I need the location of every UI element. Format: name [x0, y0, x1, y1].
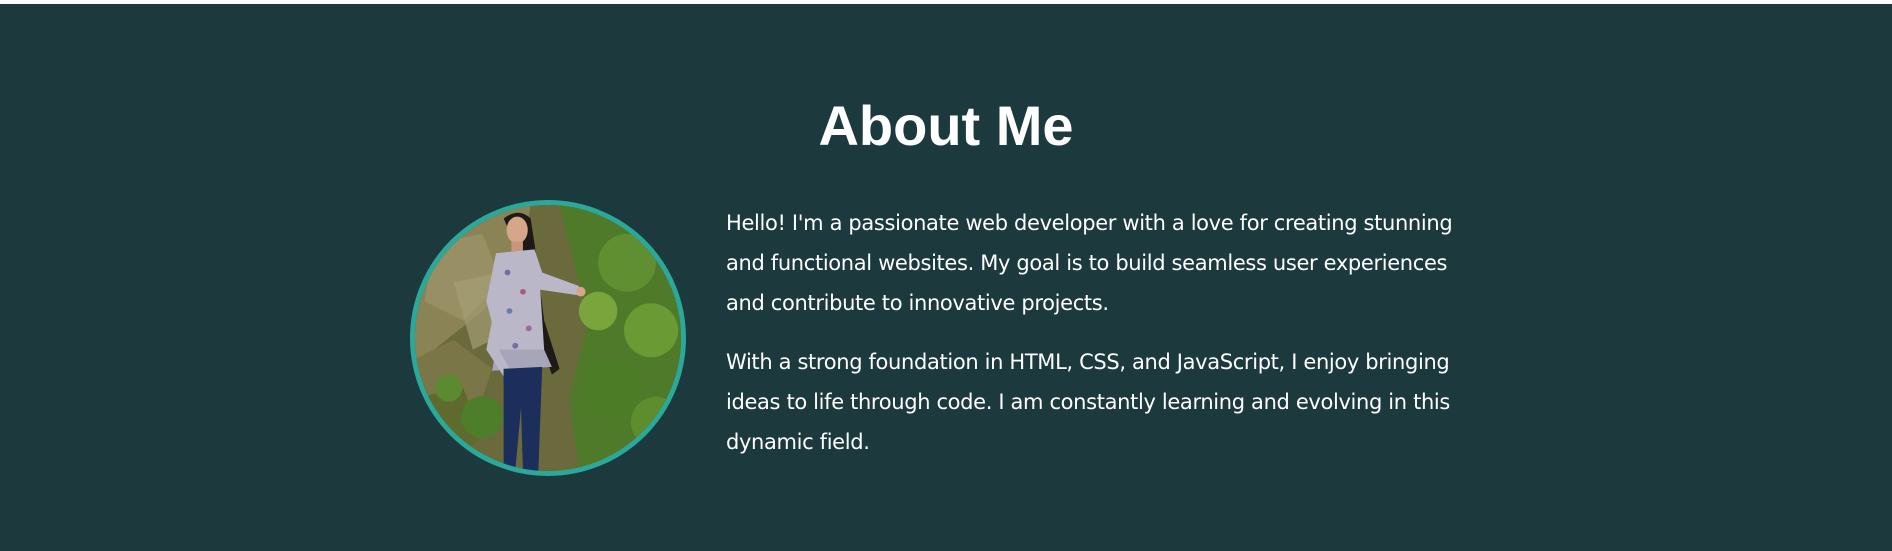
- about-section: About Me Hello! I'm a passionate web dev…: [0, 4, 1892, 551]
- about-text: Hello! I'm a passionate web developer wi…: [726, 203, 1486, 481]
- about-paragraph-skills: With a strong foundation in HTML, CSS, a…: [726, 350, 1450, 454]
- section-title: About Me: [818, 94, 1074, 157]
- profile-photo: [410, 200, 686, 476]
- profile-photo-image: [415, 205, 681, 471]
- about-paragraph-intro: Hello! I'm a passionate web developer wi…: [726, 211, 1453, 315]
